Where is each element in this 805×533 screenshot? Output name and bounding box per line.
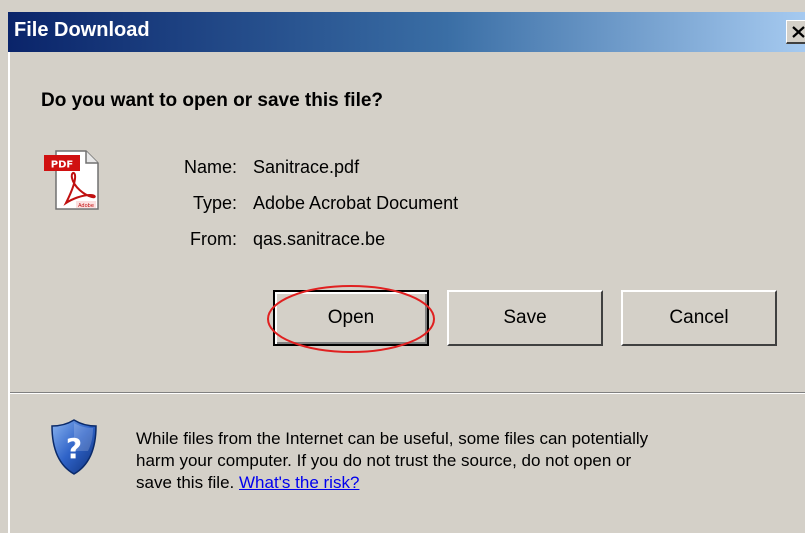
- file-source-value: qas.sanitrace.be: [253, 229, 386, 249]
- open-button[interactable]: Open: [273, 290, 429, 346]
- cancel-button[interactable]: Cancel: [621, 290, 777, 346]
- security-warning-text: While files from the Internet can be use…: [136, 428, 796, 494]
- file-type-value: Adobe Acrobat Document: [253, 193, 459, 213]
- svg-text:?: ?: [66, 432, 82, 465]
- warning-line-2: harm your computer. If you do not trust …: [136, 451, 632, 470]
- dialog-frame-left: [8, 52, 10, 533]
- file-source-row: From: qas.sanitrace.be: [0, 229, 805, 253]
- file-download-dialog: File Download Do you want to open or sav…: [0, 0, 805, 533]
- title-bar[interactable]: File Download: [8, 12, 805, 52]
- warning-line-3: save this file. What's the risk?: [136, 472, 796, 494]
- file-name-row: Name: Sanitrace.pdf: [0, 157, 805, 181]
- file-type-row: Type: Adobe Acrobat Document: [0, 193, 805, 217]
- warning-line-3-text: save this file.: [136, 473, 235, 492]
- file-type-label: Type:: [192, 193, 237, 213]
- close-button[interactable]: [786, 20, 805, 44]
- file-source-label: From:: [190, 229, 237, 249]
- close-icon: [792, 26, 805, 38]
- warning-line-1: While files from the Internet can be use…: [136, 429, 649, 448]
- file-name-label: Name:: [183, 157, 237, 177]
- section-divider: [10, 392, 805, 394]
- whats-the-risk-link[interactable]: What's the risk?: [239, 473, 359, 492]
- file-name-value: Sanitrace.pdf: [253, 157, 360, 177]
- dialog-question: Do you want to open or save this file?: [41, 90, 384, 111]
- help-shield-icon: ?: [51, 419, 97, 475]
- window-title: File Download: [14, 19, 150, 41]
- save-button[interactable]: Save: [447, 290, 603, 346]
